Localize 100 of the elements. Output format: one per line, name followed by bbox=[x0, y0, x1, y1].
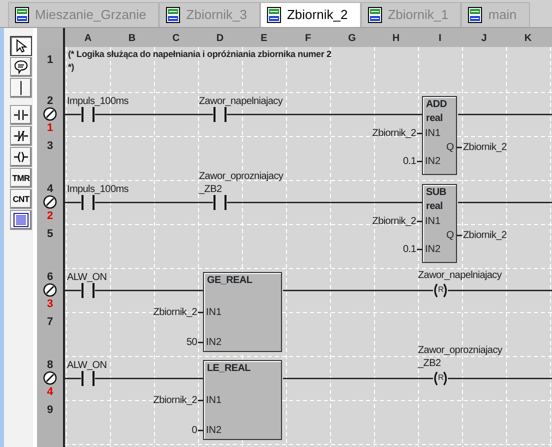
contact-label: Zawor_oprozniajacy _ZB2 bbox=[199, 170, 284, 196]
pin-label: IN1 bbox=[206, 307, 222, 319]
pin-label: Q bbox=[446, 142, 454, 154]
wire bbox=[65, 202, 81, 204]
contact bbox=[81, 107, 95, 122]
pin-label: IN1 bbox=[425, 128, 441, 140]
closed-contact-icon bbox=[13, 129, 29, 143]
contact-label: ALW_ON bbox=[67, 271, 107, 284]
column-header: G bbox=[347, 32, 357, 46]
column-header: A bbox=[83, 32, 93, 46]
block-title: ADD bbox=[426, 99, 447, 111]
input-value: Zbiornik_2 bbox=[372, 214, 416, 228]
row-number: 6 bbox=[46, 271, 54, 283]
speech-bubble-icon bbox=[13, 60, 29, 74]
ladder-file-icon bbox=[15, 7, 29, 23]
wire bbox=[65, 290, 81, 292]
contact-label: Impuls_100ms bbox=[67, 183, 128, 196]
input-value: 0.1 bbox=[402, 242, 416, 256]
contact-icon bbox=[13, 108, 29, 122]
row-number: 2 bbox=[46, 95, 54, 107]
ladder-file-icon bbox=[368, 7, 382, 23]
column-header: J bbox=[480, 32, 488, 46]
tool-button[interactable] bbox=[10, 126, 32, 146]
pin-label: IN1 bbox=[425, 216, 441, 228]
input-value: Zbiornik_2 bbox=[153, 394, 197, 406]
comment-text: (* Logika służąca do napełniania i opróżniania zbiornika numer 2 bbox=[68, 48, 332, 61]
tool-button[interactable]: CNT bbox=[10, 189, 32, 209]
tool-button[interactable] bbox=[10, 147, 32, 167]
input-value: 0 bbox=[192, 424, 197, 436]
row-number: 5 bbox=[46, 228, 54, 240]
wire bbox=[65, 114, 81, 116]
column-header: B bbox=[127, 32, 137, 46]
rung-number: 4 bbox=[46, 386, 54, 398]
coil: R bbox=[433, 371, 448, 386]
row-number: 4 bbox=[46, 183, 54, 195]
block-title: GE_REAL bbox=[207, 275, 252, 287]
rung-number: 1 bbox=[46, 122, 54, 134]
rung-number: 3 bbox=[46, 298, 54, 310]
pin-label: IN1 bbox=[206, 395, 222, 407]
tab[interactable]: Zbiornik_3 bbox=[159, 2, 260, 27]
tab[interactable]: main bbox=[461, 2, 530, 27]
rung-marker-icon bbox=[43, 371, 57, 385]
column-header: E bbox=[260, 32, 268, 46]
row-number: 8 bbox=[46, 359, 54, 371]
tool-button[interactable] bbox=[10, 57, 32, 77]
tab[interactable]: Zbiornik_1 bbox=[360, 2, 462, 27]
input-value: 50 bbox=[186, 336, 197, 348]
block-title: SUB bbox=[426, 187, 446, 199]
block-title: LE_REAL bbox=[207, 363, 250, 375]
coil: R bbox=[433, 283, 448, 298]
pin-label: IN2 bbox=[425, 156, 441, 168]
rung-number: 2 bbox=[46, 210, 54, 222]
contact bbox=[81, 371, 95, 386]
pin-label: IN2 bbox=[425, 244, 441, 256]
output-value: Zbiornik_2 bbox=[463, 140, 507, 154]
coil-icon bbox=[13, 150, 29, 164]
tool-button[interactable]: TMR bbox=[10, 168, 32, 188]
input-value: Zbiornik_2 bbox=[153, 306, 197, 318]
block-type: real bbox=[426, 113, 443, 125]
wire bbox=[65, 378, 81, 380]
rung-marker-icon bbox=[43, 195, 57, 209]
row-number: 1 bbox=[46, 54, 54, 66]
row-number: 7 bbox=[46, 316, 54, 328]
comment-text: *) bbox=[68, 61, 74, 74]
tab[interactable]: Zbiornik_2 bbox=[260, 2, 361, 27]
contact bbox=[213, 107, 227, 122]
ladder-file-icon bbox=[166, 7, 180, 23]
table-icon bbox=[13, 213, 29, 227]
vertical-line-icon bbox=[20, 81, 22, 95]
rung-marker-icon bbox=[43, 283, 57, 297]
row-number: 9 bbox=[46, 404, 54, 416]
row-number: 3 bbox=[46, 140, 54, 152]
column-header: F bbox=[304, 32, 312, 46]
output-value: Zbiornik_2 bbox=[463, 228, 507, 242]
pin-label: IN2 bbox=[206, 425, 222, 437]
column-header: C bbox=[171, 32, 181, 46]
column-header: H bbox=[391, 32, 401, 46]
tool-button[interactable] bbox=[10, 210, 32, 230]
pin-label: IN2 bbox=[206, 337, 222, 349]
tab[interactable]: Mieszanie_Grzanie bbox=[8, 2, 160, 27]
coil-label: Zawor_napelniajacy bbox=[418, 269, 502, 282]
column-header: D bbox=[215, 32, 225, 46]
coil-label: Zawor_oprozniajacy _ZB2 bbox=[418, 344, 502, 370]
input-value: 0.1 bbox=[402, 154, 416, 168]
rung-marker-icon bbox=[43, 107, 57, 121]
contact bbox=[81, 195, 95, 210]
input-value: Zbiornik_2 bbox=[372, 126, 416, 140]
contact-label: Impuls_100ms bbox=[67, 95, 128, 108]
column-header: K bbox=[523, 32, 533, 46]
column-header: I bbox=[438, 32, 442, 46]
tool-button[interactable] bbox=[10, 105, 32, 125]
ladder-file-icon bbox=[266, 7, 281, 23]
pin-label: Q bbox=[446, 230, 454, 242]
contact-label: Zawor_napelniajacy bbox=[199, 95, 283, 108]
block-type: real bbox=[426, 201, 443, 213]
tool-button[interactable] bbox=[10, 36, 32, 56]
contact bbox=[213, 195, 227, 210]
tool-button[interactable] bbox=[10, 78, 32, 98]
ladder-file-icon bbox=[468, 7, 482, 23]
contact bbox=[81, 283, 95, 298]
